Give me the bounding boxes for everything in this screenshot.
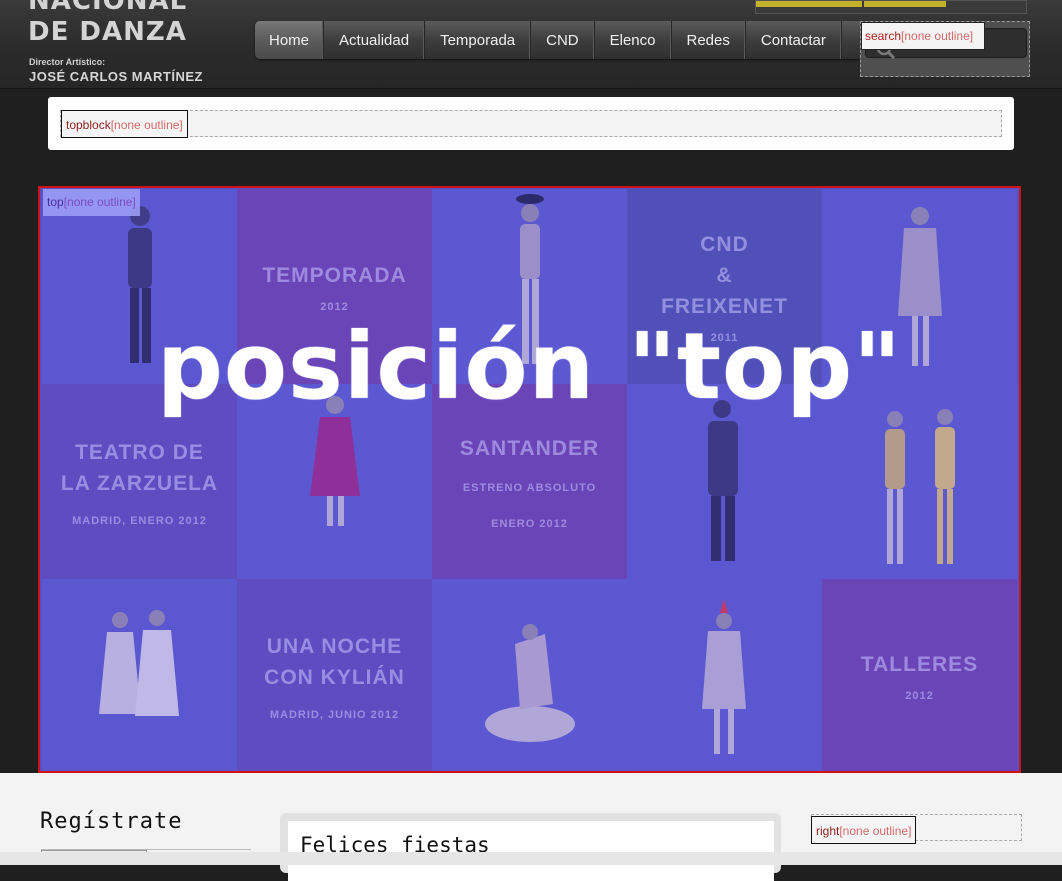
tile-title: UNA NOCHE CON KYLIÁN — [264, 634, 405, 689]
tile-subtitle: 2012 — [320, 301, 349, 313]
topblock-position — [60, 110, 1002, 137]
site-header: NACIONAL DE DANZA Director Artístico: JO… — [0, 0, 1062, 89]
dancer-figure — [484, 624, 575, 742]
search-position-label: search[none outline] — [861, 22, 985, 50]
search-label-text: search — [865, 29, 902, 43]
main-nav: Home Actualidad Temporada CND Elenco Red… — [255, 21, 860, 59]
right-label-text: right — [816, 824, 840, 838]
right-position-label: right[none outline] — [811, 816, 917, 844]
position-overlay-text: posición "top" — [156, 313, 903, 420]
topblock-outline-text: [none outline] — [110, 118, 183, 132]
nav-item-elenco[interactable]: Elenco — [595, 21, 672, 59]
tile-subtitle-2: ENERO 2012 — [491, 518, 568, 530]
top-label-text: top — [47, 195, 64, 209]
tile-subtitle: MADRID, ENERO 2012 — [72, 514, 207, 527]
tile-title: TEATRO DE LA ZARZUELA — [60, 440, 219, 495]
tile-subtitle: ESTRENO ABSOLUTO — [462, 482, 597, 494]
banner-tile-dancer-7[interactable] — [42, 579, 237, 771]
banner-tile-talleres[interactable]: TALLERES 2012 — [822, 579, 1017, 771]
nav-item-redes[interactable]: Redes — [672, 21, 746, 59]
logo-line-2[interactable]: DE DANZA — [28, 19, 187, 45]
banner-tiles: TEMPORADA 2012 CND & FREIXENET 2011 TEAT… — [42, 189, 1019, 771]
topblock-panel: topblock[none outline] — [48, 97, 1014, 150]
nav-item-temporada[interactable]: Temporada — [425, 21, 532, 59]
tile-subtitle: 2012 — [905, 690, 934, 702]
banner-tile-noche-kylian[interactable]: UNA NOCHE CON KYLIÁN MADRID, JUNIO 2012 — [237, 579, 432, 771]
topblock-label-text: topblock — [66, 118, 111, 132]
nav-item-cnd[interactable]: CND — [531, 21, 595, 59]
tile-title: TALLERES — [860, 653, 979, 676]
nav-item-home[interactable]: Home — [255, 21, 325, 59]
search-outline-text: [none outline] — [901, 29, 974, 43]
topblock-position-label: topblock[none outline] — [61, 110, 188, 138]
top-banner[interactable]: TEMPORADA 2012 CND & FREIXENET 2011 TEAT… — [38, 186, 1021, 773]
register-title: Regístrate — [40, 809, 183, 834]
tile-title: TEMPORADA — [262, 264, 407, 287]
top-utility-bar — [755, 0, 1027, 14]
tile-subtitle: MADRID, JUNIO 2012 — [269, 708, 400, 721]
director-label: Director Artístico: — [29, 57, 106, 67]
dancer-figure — [98, 610, 179, 716]
tile-title: CND & FREIXENET — [661, 233, 788, 318]
dancer-figure — [884, 409, 955, 564]
top-position-label: top[none outline] — [43, 189, 140, 216]
nav-item-actualidad[interactable]: Actualidad — [324, 21, 426, 59]
search-module: search[none outline] — [860, 21, 1030, 77]
right-outline-text: [none outline] — [839, 824, 912, 838]
director-name: JOSÉ CARLOS MARTÍNEZ — [29, 69, 203, 84]
tile-title: SANTANDER — [459, 437, 600, 460]
news-article: Felices fiestas — [288, 821, 774, 881]
nav-item-contactar[interactable]: Contactar — [746, 21, 842, 59]
utility-tab-2[interactable] — [864, 1, 946, 7]
utility-tab-1[interactable] — [756, 1, 862, 7]
top-outline-text: [none outline] — [63, 195, 136, 209]
banner-tile-dancer-9[interactable] — [627, 579, 822, 771]
dancer-figure — [701, 599, 746, 754]
horizontal-scrollbar[interactable] — [0, 852, 1062, 865]
banner-tile-dancer-8[interactable] — [432, 579, 627, 771]
logo-line-1[interactable]: NACIONAL — [28, 0, 187, 14]
